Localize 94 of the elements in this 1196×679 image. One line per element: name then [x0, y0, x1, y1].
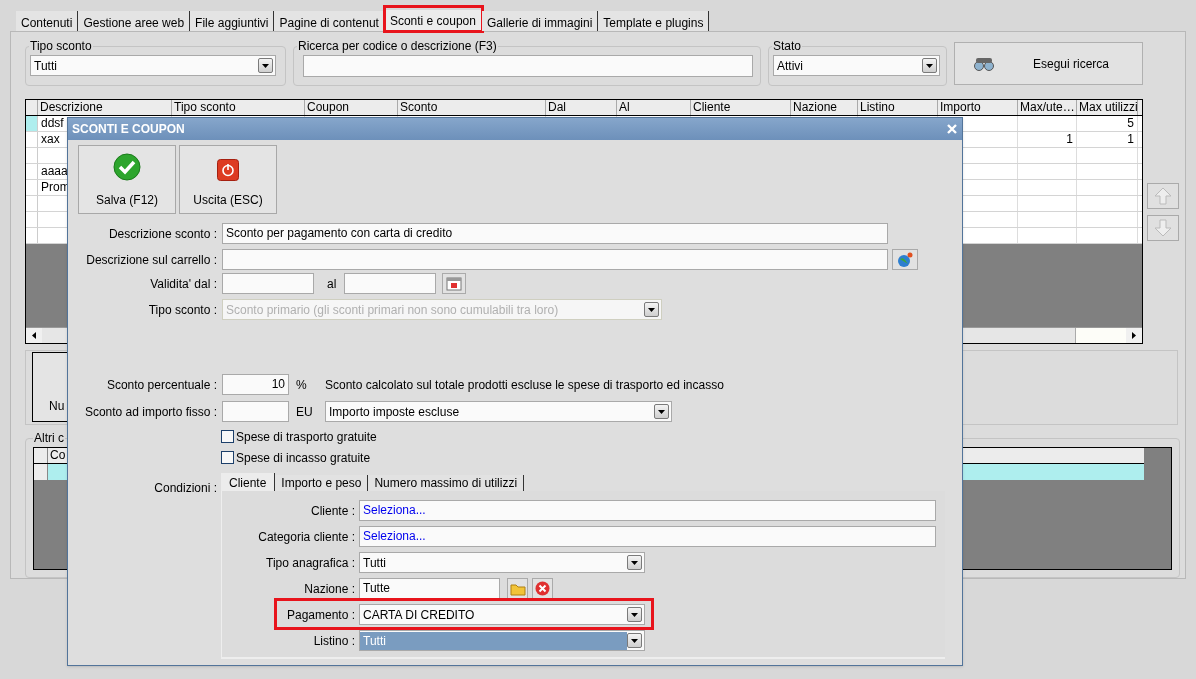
cart-description-field[interactable] — [222, 249, 888, 270]
left-arrow-icon — [32, 331, 36, 339]
table-cell: 1 — [1077, 131, 1138, 147]
column-header[interactable]: Tipo sconto — [172, 99, 305, 115]
picker-field[interactable]: Seleziona... — [359, 526, 936, 547]
unit-label: % — [295, 376, 308, 394]
right-arrow-icon — [1132, 331, 1136, 339]
column-header[interactable]: Coupon — [305, 99, 398, 115]
tab[interactable]: Gestione aree web — [78, 11, 191, 31]
checkbox-label: Spese di incasso gratuite — [236, 449, 371, 467]
checkbox[interactable] — [221, 430, 234, 443]
column-header[interactable]: Nazione — [791, 99, 858, 115]
date-from-field[interactable] — [222, 273, 314, 294]
type-dropdown[interactable]: Tutti — [30, 55, 276, 76]
caret-icon — [648, 307, 655, 312]
status-dropdown[interactable]: Attivi — [773, 55, 940, 76]
amount-field[interactable] — [222, 401, 289, 422]
note-text: Sconto calcolato sul totale prodotti escluse le spese di trasporto ed incasso — [325, 376, 724, 394]
search-field[interactable] — [303, 55, 753, 77]
close-icon — [947, 124, 957, 134]
group-label: Ricerca per codice o descrizione (F3) — [297, 38, 498, 55]
field-label: Descrizione sul carrello : — [85, 251, 217, 269]
field-label: Categoria cliente : — [257, 528, 355, 546]
caret-icon — [926, 63, 933, 68]
move-down-button[interactable] — [1147, 214, 1179, 241]
checkbox-label: Spese di trasporto gratuite — [236, 428, 377, 446]
field-label: al — [326, 275, 338, 293]
tab[interactable]: Numero massimo di utilizzi — [368, 475, 525, 491]
column-header[interactable]: Importo — [938, 99, 1018, 115]
globe-icon — [897, 251, 913, 268]
close-button[interactable] — [946, 123, 958, 135]
date-to-field[interactable] — [344, 273, 437, 294]
column-header[interactable]: Sconto — [398, 99, 546, 115]
table-cell: 1 — [1018, 131, 1077, 147]
tab[interactable]: File aggiuntivi — [190, 11, 275, 31]
globe-button[interactable] — [892, 249, 918, 270]
search-button[interactable]: Esegui ricerca — [954, 42, 1143, 85]
field-label: Descrizione sconto : — [107, 225, 217, 243]
field-label: Tipo anagrafica : — [265, 554, 355, 572]
clear-button[interactable] — [532, 578, 553, 599]
dropdown[interactable]: CARTA DI CREDITO — [359, 604, 645, 625]
caret-icon — [658, 409, 665, 414]
table-cell: 5 — [1077, 115, 1138, 131]
checkmark-icon — [113, 153, 141, 181]
caret-icon — [262, 63, 269, 68]
field-label: Cliente : — [309, 502, 355, 520]
caret-icon — [631, 638, 638, 643]
tax-mode-dropdown[interactable]: Importo imposte escluse — [325, 401, 672, 422]
row-header[interactable] — [34, 464, 48, 481]
group-label: Altri c — [33, 430, 65, 448]
dropdown[interactable]: Tutti — [359, 552, 645, 573]
column-header[interactable]: Co — [48, 448, 68, 464]
description-field[interactable]: Sconto per pagamento con carta di credito — [222, 223, 888, 244]
checkbox[interactable] — [221, 451, 234, 464]
exit-button[interactable]: Uscita (ESC) — [179, 145, 277, 214]
folder-button[interactable] — [507, 578, 528, 599]
delete-icon — [535, 581, 550, 596]
column-header[interactable]: Dal — [546, 99, 617, 115]
field-label: Pagamento : — [285, 606, 355, 624]
caret-icon — [631, 612, 638, 617]
tab[interactable]: Gallerie di immagini — [481, 11, 599, 31]
column-header[interactable]: Max/ute… — [1018, 99, 1077, 115]
picker-field[interactable]: Seleziona... — [359, 500, 936, 521]
country-field[interactable]: Tutte — [359, 578, 500, 599]
down-arrow-icon — [1154, 218, 1172, 237]
field-label: Tipo sconto : — [147, 301, 217, 319]
percent-field[interactable]: 10 — [222, 374, 289, 395]
field-label: Listino : — [312, 632, 355, 650]
group-label: Stato — [772, 38, 803, 55]
calendar-icon — [446, 276, 463, 291]
field-label: Sconto percentuale : — [105, 376, 217, 394]
field-label: Condizioni : — [153, 480, 217, 497]
column-header[interactable]: Max utilizzi — [1077, 99, 1138, 115]
tab[interactable]: Cliente — [221, 473, 276, 491]
column-header[interactable]: Al — [617, 99, 691, 115]
column-header[interactable]: Cliente — [691, 99, 791, 115]
caret-icon — [631, 560, 638, 565]
tab[interactable]: Importo e peso — [275, 475, 369, 491]
column-header[interactable]: Listino — [858, 99, 938, 115]
column-header[interactable]: Descrizione — [38, 99, 172, 115]
move-up-button[interactable] — [1147, 182, 1179, 209]
binoculars-icon — [973, 56, 995, 71]
power-icon — [217, 159, 239, 181]
tab[interactable]: Template e plugins — [598, 11, 710, 31]
field-label: Validita' dal : — [149, 275, 217, 293]
unit-label: EU — [295, 403, 314, 421]
tab[interactable]: Contenuti — [16, 11, 79, 31]
up-arrow-icon — [1154, 186, 1172, 205]
folder-icon — [509, 581, 526, 596]
group-label: Tipo sconto — [29, 38, 93, 55]
save-button[interactable]: Salva (F12) — [78, 145, 176, 214]
calendar-button[interactable] — [442, 273, 467, 294]
tab[interactable]: Pagine di contenut — [274, 11, 385, 31]
field-label: Nazione : — [303, 580, 355, 598]
